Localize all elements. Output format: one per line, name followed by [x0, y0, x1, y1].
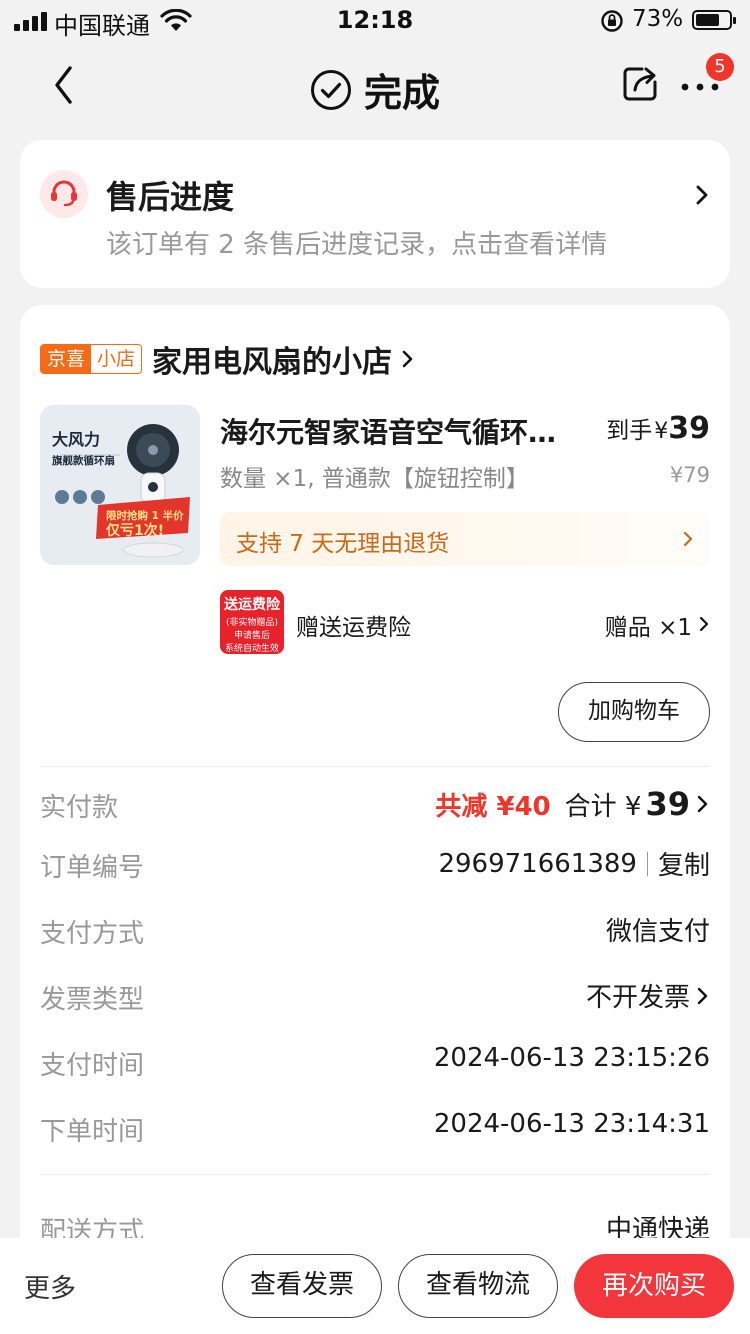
- shop-tag-left: 京喜: [41, 345, 92, 373]
- invoice-type-value: 不开发票: [586, 977, 710, 1014]
- payment-time-label: 支付时间: [40, 1051, 145, 1081]
- product-image-subheading: 旗舰款循环扇: [52, 454, 115, 467]
- chevron-right-icon: [697, 795, 708, 813]
- product-final-price: 到手 ¥ 39: [606, 411, 710, 446]
- payment-method-value: 微信支付: [605, 917, 710, 947]
- chevron-right-icon: [402, 350, 413, 368]
- rotation-lock-icon: [601, 10, 623, 32]
- paid-value: 共减 ¥40 合计 ¥ 39: [435, 785, 710, 823]
- payment-time-row: 支付时间 2024-06-13 23:15:26: [40, 1039, 710, 1083]
- order-number-row: 订单编号 296971661389 复制: [40, 841, 710, 885]
- share-button[interactable]: [620, 64, 660, 104]
- order-number-value: 296971661389 复制: [438, 845, 710, 882]
- check-circle-icon: [310, 69, 351, 110]
- chevron-right-icon[interactable]: [698, 615, 710, 633]
- paid-amount-row[interactable]: 实付款 共减 ¥40 合计 ¥ 39: [40, 781, 710, 825]
- shop-name: 家用电风扇的小店: [152, 345, 393, 380]
- return-policy-banner[interactable]: 支持 7 天无理由退货: [220, 512, 710, 566]
- product-image[interactable]: 大风力 旗舰款循环扇 限时抢购 1 半价 仅亏1次!: [40, 405, 200, 565]
- separator: [646, 851, 648, 876]
- battery-percent: 73%: [632, 6, 684, 32]
- order-time-row: 下单时间 2024-06-13 23:14:31: [40, 1105, 710, 1149]
- return-policy-text: 支持 7 天无理由退货: [236, 531, 450, 557]
- nav-bar: 完成 5: [0, 46, 750, 130]
- notification-badge: 5: [706, 53, 734, 81]
- order-card: 京喜 小店 家用电风扇的小店 大风力 旗舰款循环扇 限时抢购 1 半价 仅亏1次…: [20, 305, 730, 1334]
- gift-image-line4: 系统自动生效: [224, 644, 279, 654]
- discount-amount: 共减 ¥40: [435, 791, 551, 822]
- copy-button[interactable]: 复制: [658, 845, 710, 882]
- payment-method-row: 支付方式 微信支付: [40, 907, 710, 951]
- product-original-price: ¥79: [669, 463, 710, 487]
- payment-method-label: 支付方式: [40, 919, 145, 949]
- chevron-right-icon: [683, 531, 693, 547]
- divider: [40, 766, 710, 767]
- gift-image-line3: 申请售后: [233, 631, 270, 641]
- final-price-label: 到手: [606, 418, 653, 444]
- payment-time-value: 2024-06-13 23:15:26: [433, 1043, 710, 1073]
- view-invoice-button[interactable]: 查看发票: [222, 1254, 382, 1318]
- bottom-action-bar: 更多 查看发票 查看物流 再次购买: [0, 1238, 750, 1334]
- battery-icon: [692, 10, 736, 30]
- chevron-right-icon: [697, 987, 708, 1004]
- status-bar: 中国联通 12:18 73%: [0, 0, 750, 42]
- after-sale-title: 售后进度: [106, 178, 235, 216]
- divider: [40, 1174, 710, 1175]
- product-image-promo-line1: 限时抢购 1 半价: [106, 509, 184, 522]
- total-label: 合计 ¥: [564, 791, 642, 822]
- invoice-type-row[interactable]: 发票类型 不开发票: [40, 973, 710, 1017]
- product-image-promo-line2: 仅亏1次!: [105, 522, 164, 539]
- invoice-type-label: 发票类型: [40, 985, 145, 1015]
- gift-image-line2: (非实物赠品): [225, 618, 279, 628]
- gift-image[interactable]: 送运费险 (非实物赠品) 申请售后 系统自动生效: [220, 590, 284, 654]
- order-time-label: 下单时间: [40, 1117, 145, 1147]
- product-image-heading: 大风力: [52, 430, 100, 449]
- invoice-type-text: 不开发票: [585, 983, 690, 1013]
- gift-count[interactable]: 赠品 ×1: [605, 608, 692, 642]
- after-sale-progress-card[interactable]: 售后进度 该订单有 2 条售后进度记录，点击查看详情: [20, 140, 730, 288]
- customer-service-icon: [40, 170, 88, 218]
- shop-header[interactable]: 京喜 小店 家用电风扇的小店: [40, 339, 416, 380]
- chevron-right-icon: [696, 185, 708, 205]
- final-price-value: 39: [668, 411, 710, 446]
- gift-image-line1: 送运费险: [224, 597, 280, 613]
- order-time-value: 2024-06-13 23:14:31: [433, 1109, 710, 1139]
- order-number-label: 订单编号: [40, 853, 145, 883]
- add-to-cart-button[interactable]: 加购物车: [558, 682, 710, 742]
- shop-tag-right: 小店: [91, 345, 142, 373]
- buy-again-button[interactable]: 再次购买: [574, 1254, 734, 1318]
- after-sale-subtitle: 该订单有 2 条售后进度记录，点击查看详情: [106, 230, 608, 260]
- product-spec: 数量 ×1, 普通款【旋钮控制】: [220, 466, 529, 492]
- final-price-currency: ¥: [654, 419, 669, 444]
- total-amount: 39: [645, 785, 690, 823]
- shop-type-tag: 京喜 小店: [40, 344, 143, 374]
- page-title-text: 完成: [363, 71, 440, 115]
- gift-name[interactable]: 赠送运费险: [296, 608, 411, 642]
- view-logistics-button[interactable]: 查看物流: [398, 1254, 558, 1318]
- more-actions-link[interactable]: 更多: [24, 1268, 76, 1305]
- product-title[interactable]: 海尔元智家语音空气循环扇大风力旗舰款循环扇: [220, 411, 575, 451]
- paid-label: 实付款: [40, 793, 119, 823]
- order-number: 296971661389: [438, 848, 637, 879]
